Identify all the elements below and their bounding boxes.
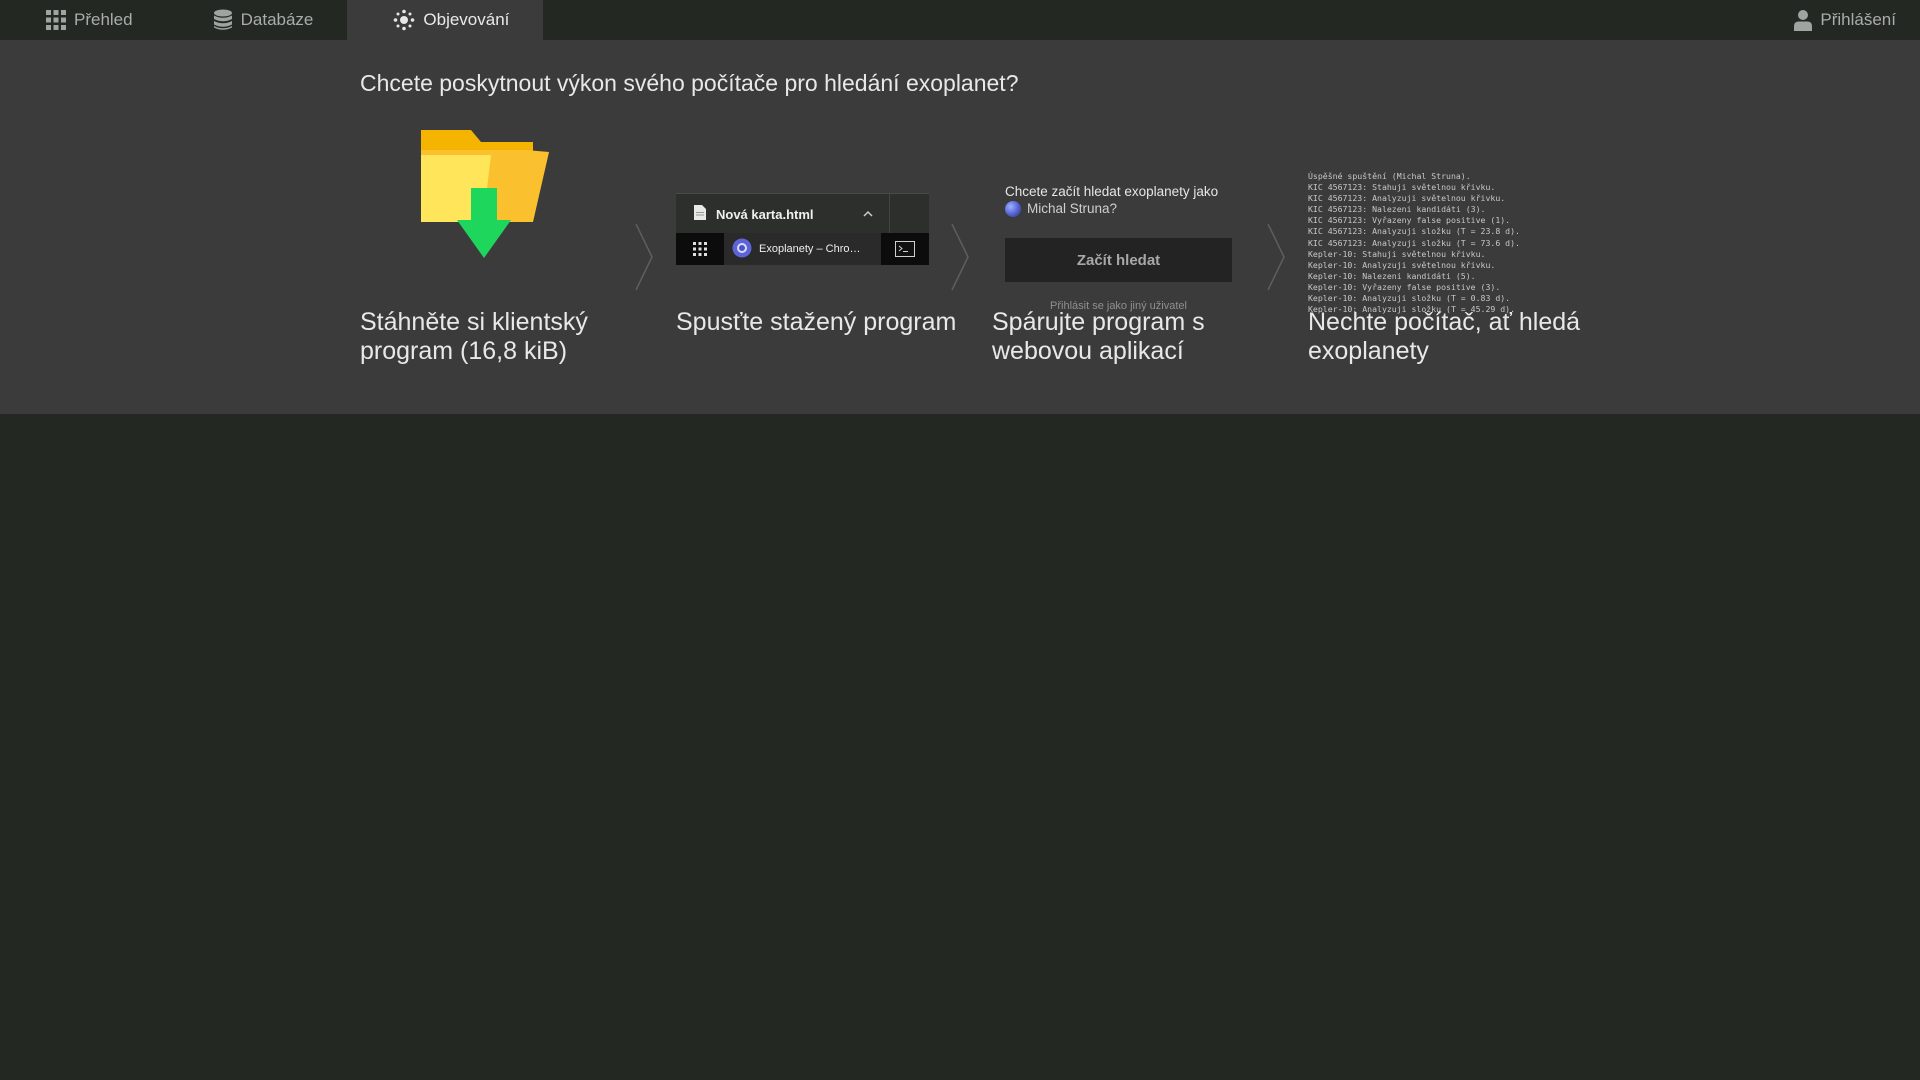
nav-item-label: Objevování bbox=[423, 10, 510, 29]
console-log: Úspěšné spuštění (Michal Struna). KIC 456… bbox=[1308, 171, 1578, 315]
pairing-user: Michal Struna? bbox=[1005, 200, 1117, 217]
step-caption: Spusťte stažený program bbox=[676, 308, 957, 336]
discovery-panel: Chcete poskytnout výkon svého počítače p… bbox=[0, 40, 1920, 414]
file-name: Nová karta.html bbox=[716, 206, 814, 222]
chevron-right-icon bbox=[951, 223, 969, 291]
nav-item-label: Databáze bbox=[240, 10, 314, 29]
apps-icon[interactable] bbox=[676, 233, 724, 265]
chevron-right-icon bbox=[1267, 223, 1285, 291]
step-caption: Spárujte program s webovou aplikací bbox=[992, 308, 1205, 365]
nav-item-databaze[interactable]: Databáze bbox=[167, 0, 348, 40]
file-icon bbox=[694, 205, 706, 223]
downloaded-file-item[interactable]: Nová karta.html bbox=[676, 194, 890, 234]
step-caption: Nechte počítač, ať hledá exoplanety bbox=[1308, 308, 1581, 365]
console-line: Kepler-10: Stahuji světelnou křivku. bbox=[1308, 248, 1486, 259]
pairing-question-text: Chcete začít hledat exoplanety jako bbox=[1005, 184, 1219, 199]
console-line: KIC 4567123: Stahuji světelnou křivku. bbox=[1308, 182, 1496, 193]
console-line: KIC 4567123: Analyzuji složku (T = 73.6 … bbox=[1308, 237, 1520, 248]
nav-item-label: Přehled bbox=[74, 10, 133, 29]
discovery-icon bbox=[393, 9, 415, 31]
pairing-question: Chcete začít hledat exoplanety jako Mich… bbox=[1005, 183, 1245, 221]
grid-icon bbox=[46, 10, 66, 30]
page-title: Chcete poskytnout výkon svého počítače p… bbox=[360, 70, 1019, 96]
step-caption: Stáhněte si klientský program (16,8 kiB) bbox=[360, 308, 588, 365]
taskbar-window-label: Exoplanety – Chro… bbox=[759, 243, 861, 255]
taskbar: Exoplanety – Chro… bbox=[676, 233, 929, 265]
login-button[interactable]: Přihlášení bbox=[1774, 0, 1920, 40]
console-line: Kepler-10: Analyzuji složku (T = 0.83 d)… bbox=[1308, 293, 1511, 304]
avatar bbox=[1005, 200, 1021, 217]
login-label: Přihlášení bbox=[1820, 10, 1896, 29]
user-icon bbox=[1794, 9, 1813, 31]
console-line: KIC 4567123: Nalezeni kandidáti (3). bbox=[1308, 204, 1486, 215]
console-line: KIC 4567123: Analyzuji světelnou křivku. bbox=[1308, 193, 1506, 204]
top-navigation: Přehled Databáze Objevování Přihlášení bbox=[0, 0, 1920, 40]
console-line: Kepler-10: Vyřazeny false positive (3). bbox=[1308, 281, 1501, 292]
console-line: KIC 4567123: Vyřazeny false positive (1)… bbox=[1308, 215, 1511, 226]
nav-item-objevovani[interactable]: Objevování bbox=[347, 0, 544, 40]
start-search-button[interactable]: Začít hledat bbox=[1005, 238, 1232, 282]
chevron-up-icon[interactable] bbox=[863, 208, 873, 220]
chevron-right-icon bbox=[635, 223, 653, 291]
taskbar-window-browser[interactable]: Exoplanety – Chro… bbox=[724, 233, 881, 265]
console-line: KIC 4567123: Analyzuji složku (T = 23.8 … bbox=[1308, 226, 1520, 237]
console-line: Kepler-10: Nalezeni kandidáti (5). bbox=[1308, 270, 1476, 281]
browser-icon bbox=[732, 238, 752, 261]
folder-download-icon bbox=[421, 130, 551, 265]
page-background bbox=[0, 414, 1920, 1080]
database-icon bbox=[213, 9, 233, 31]
terminal-icon[interactable] bbox=[881, 233, 929, 265]
download-bar: Nová karta.html bbox=[676, 193, 929, 234]
console-line: Kepler-10: Analyzuji světelnou křivku. bbox=[1308, 259, 1496, 270]
nav-item-prehled[interactable]: Přehled bbox=[0, 0, 167, 40]
console-line: Úspěšné spuštění (Michal Struna). bbox=[1308, 171, 1471, 181]
pairing-user-name: Michal Struna? bbox=[1027, 201, 1118, 216]
